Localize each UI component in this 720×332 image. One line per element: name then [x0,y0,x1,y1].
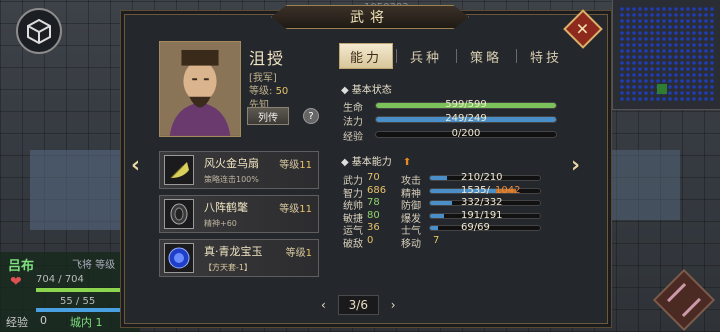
tab-skill[interactable]: 特技 [519,43,573,69]
pager-prev[interactable]: ‹ [321,298,326,312]
menu-cube-icon [27,18,51,45]
tab-ability[interactable]: 能力 [339,43,393,69]
fan-icon [164,155,194,185]
unit-mp-bar [36,308,134,312]
minimap-units [619,6,715,102]
attr-value: 0 [367,234,374,246]
equipment-level: 等级11 [279,204,312,215]
equipment-name: 真·青龙宝玉 [204,245,263,258]
equipment-slot-weapon[interactable]: 风火金乌扇 等级11 策略连击100% [159,151,319,189]
derived-label: 移动 [401,238,421,250]
derived-value: 7 [433,234,440,246]
dialog-title: 武将 [271,5,469,29]
minimap[interactable] [612,0,720,110]
pager: ‹ 3/6 › [321,295,396,315]
unit-status-panel[interactable]: 吕布 飞将 等级 ❤ 704 / 704 55 / 55 经验 0 城内 1 [0,252,140,332]
equipment-desc: 精神+60 [204,219,237,228]
mp-value: 249/249 [445,113,487,124]
unit-exp-label: 经验 [6,316,28,329]
hero-level: 等级: 50 [249,86,289,97]
map-water [30,150,120,230]
equipment-level: 等级1 [285,248,312,259]
attr-label: 破敌 [343,238,363,250]
equipment-desc: 策略连击100% [204,175,259,184]
arrow-up-icon: ⬆ [402,157,412,168]
close-icon: ✕ [576,19,590,39]
map-water [600,150,680,220]
unit-city: 城内 1 [70,316,103,329]
hp-value: 599/599 [445,99,487,110]
attr-value: 80 [367,209,380,221]
attr-value: 36 [367,222,380,233]
equipment-slot-armor[interactable]: 八阵鹤氅 等级11 精神+60 [159,195,319,233]
unit-name: 吕布 [8,259,35,274]
help-button[interactable]: ? [303,108,319,124]
heart-icon: ❤ [10,274,22,290]
equipment-desc: 【方天套-1】 [204,263,252,272]
hp-label: 生命 [343,103,363,114]
attr-value: 78 [367,197,380,208]
tab-troop[interactable]: 兵种 [399,43,453,69]
derived-value: 69/69 [461,222,490,233]
unit-hp: 704 / 704 [36,274,84,285]
equipment-name: 八阵鹤氅 [204,201,248,214]
equipment-name: 风火金乌扇 [204,157,259,170]
exp-value: 0/200 [451,128,481,139]
exp-label: 经验 [343,132,363,143]
basic-status-header: ◆ 基本状态 [341,85,392,96]
unit-exp: 0 [40,314,47,327]
chevron-left-icon[interactable]: ‹ [131,153,140,178]
derived-value: 1535/ [461,184,490,196]
derived-extra: 1042 [495,184,521,196]
menu-button[interactable] [16,8,62,54]
mp-label: 法力 [343,117,363,128]
derived-value: 191/191 [461,209,503,221]
derived-value: 332/332 [461,197,503,208]
unit-mp: 55 / 55 [60,296,96,307]
basic-ability-header: ◆ 基本能力 ⬆ [341,157,412,168]
attr-value: 686 [367,184,387,196]
unit-type: 飞将 等级 [72,260,116,271]
pager-next[interactable]: › [391,298,396,312]
pager-current: 3/6 [337,295,379,315]
chevron-right-icon[interactable]: › [571,153,580,178]
cloak-icon [164,199,194,229]
equipment-slot-accessory[interactable]: 真·青龙宝玉 等级1 【方天套-1】 [159,239,319,277]
general-dialog: 武将 ✕ ‹ › 沮授 [我军] 等级: 50 先知 列传 ? 风火金乌扇 等级… [124,5,608,324]
tab-strategy[interactable]: 策略 [459,43,513,69]
derived-value: 210/210 [461,172,503,183]
minimap-marker [657,84,667,94]
equipment-level: 等级11 [279,160,312,171]
jade-orb-icon [164,243,194,273]
bio-button[interactable]: 列传 [247,107,289,125]
attr-value: 70 [367,172,380,183]
unit-hp-bar [36,288,134,292]
hero-name: 沮授 [249,49,286,68]
hero-portrait [159,41,241,137]
